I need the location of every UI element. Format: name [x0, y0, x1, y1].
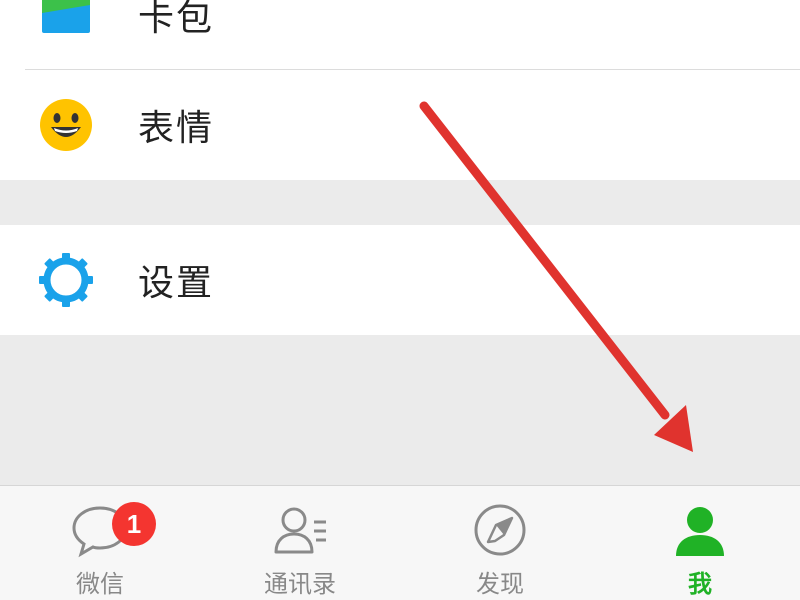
gear-icon: [39, 253, 93, 307]
wallet-icon: [42, 0, 90, 33]
tab-discover[interactable]: 发现: [400, 486, 600, 600]
menu-group-cards-stickers: 卡包 表情: [0, 0, 800, 180]
person-icon: [676, 507, 724, 556]
tab-label: 微信: [76, 570, 124, 598]
tab-label: 通讯录: [264, 570, 336, 598]
menu-item-settings[interactable]: 设置: [0, 225, 800, 335]
smiley-icon: [40, 99, 92, 151]
contacts-icon: [274, 507, 326, 554]
menu-item-label: 卡包: [138, 0, 215, 39]
tab-contacts[interactable]: 通讯录: [200, 486, 400, 600]
menu-item-label: 表情: [138, 108, 215, 149]
menu-group-settings: 设置: [0, 225, 800, 335]
tab-label: 发现: [476, 570, 524, 598]
tab-chats[interactable]: 微信: [0, 486, 200, 600]
compass-icon: [474, 504, 526, 556]
unread-badge: 1: [112, 502, 156, 546]
menu-item-stickers[interactable]: 表情: [0, 70, 800, 180]
tab-label: 我: [688, 569, 712, 598]
bottom-tab-bar: 微信 通讯录 发现 我: [0, 485, 800, 600]
menu-item-label: 设置: [138, 263, 215, 304]
tab-me[interactable]: 我: [600, 486, 800, 600]
menu-item-card-pack[interactable]: 卡包: [0, 0, 800, 70]
